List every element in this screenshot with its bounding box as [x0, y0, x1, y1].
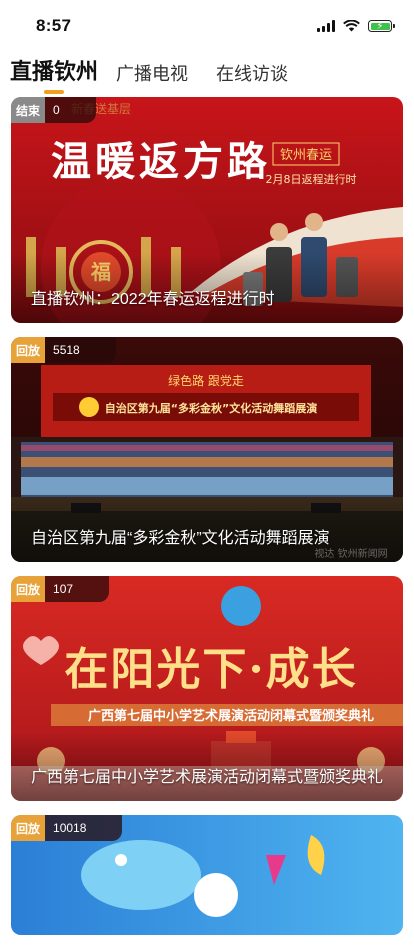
- banner-title: 在阳光下·成长: [64, 644, 357, 695]
- view-count: 0: [45, 97, 96, 123]
- battery-charging-icon: ⚡: [368, 20, 395, 32]
- tab-broadcast-tv[interactable]: 广播电视: [116, 60, 188, 98]
- svg-text:广西第七届中小学艺术展演活动闭幕式暨颁奖典礼: 广西第七届中小学艺术展演活动闭幕式暨颁奖典礼: [88, 708, 374, 724]
- card-title: 广西第七届中小学艺术展演活动闭幕式暨颁奖典礼: [31, 769, 384, 786]
- card-title: 自治区第九届“多彩金秋”文化活动舞蹈展演: [31, 530, 330, 547]
- wifi-icon: [343, 20, 360, 32]
- cellular-signal-icon: [317, 20, 335, 32]
- view-count: 10018: [45, 815, 123, 841]
- status-bar: 8:57 ⚡: [0, 0, 414, 52]
- live-badge: 回放 107: [11, 576, 110, 602]
- live-badge: 回放 5518: [11, 337, 116, 363]
- live-card[interactable]: 回放 10018: [11, 815, 403, 935]
- status-icons: ⚡: [317, 20, 395, 32]
- channel-tabs: 直播钦州 广播电视 在线访谈: [0, 52, 414, 98]
- tab-live-qinzhou[interactable]: 直播钦州: [10, 54, 98, 98]
- live-card[interactable]: 绿色路 跟党走 自治区第九届“多彩金秋”文化活动舞蹈展演 视达 钦州新闻网 回放…: [11, 337, 403, 562]
- status-label: 回放: [11, 815, 46, 841]
- live-badge: 回放 10018: [11, 815, 123, 841]
- tab-online-interview[interactable]: 在线访谈: [216, 60, 288, 98]
- live-card[interactable]: 福 温暖返方路 钦州春运 2月8日返程进行时 新春送基层 结束 0 直播钦州：2…: [11, 97, 403, 323]
- performers: [21, 442, 393, 497]
- status-label: 回放: [11, 337, 46, 363]
- clock: 8:57: [36, 16, 72, 35]
- card-title: 直播钦州：2022年春运返程进行时: [31, 291, 275, 308]
- svg-text:绿色路 跟党走: 绿色路 跟党走: [168, 373, 244, 388]
- view-count: 107: [45, 576, 110, 602]
- live-badge: 结束 0: [11, 97, 96, 123]
- view-count: 5518: [45, 337, 116, 363]
- svg-text:钦州春运: 钦州春运: [280, 148, 332, 163]
- status-label: 结束: [11, 97, 46, 123]
- svg-text:自治区第九届“多彩金秋”文化活动舞蹈展演: 自治区第九届“多彩金秋”文化活动舞蹈展演: [105, 401, 317, 415]
- svg-text:2月8日返程进行时: 2月8日返程进行时: [266, 173, 357, 186]
- live-feed-list: 福 温暖返方路 钦州春运 2月8日返程进行时 新春送基层 结束 0 直播钦州：2…: [11, 97, 403, 949]
- banner-title: 温暖返方路: [51, 138, 271, 185]
- live-card[interactable]: 在阳光下·成长 广西第七届中小学艺术展演活动闭幕式暨颁奖典礼 回放 107 广西…: [11, 576, 403, 801]
- status-label: 回放: [11, 576, 46, 602]
